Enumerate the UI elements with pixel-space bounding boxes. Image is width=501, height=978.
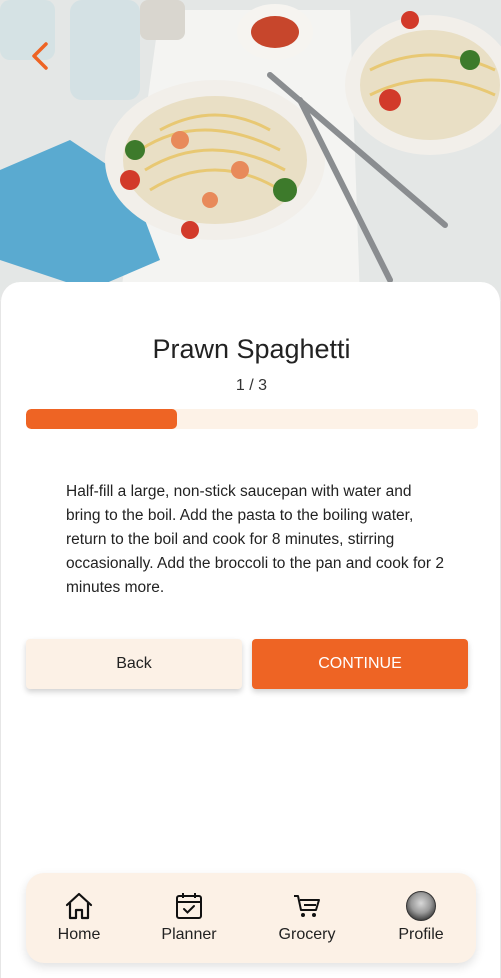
continue-button[interactable]: CONTINUE [252,639,468,689]
nav-item-home[interactable]: Home [29,873,129,963]
home-icon [63,890,95,922]
back-button-label: Back [116,655,152,672]
avatar-wrapper [405,890,437,922]
step-instructions: Half-fill a large, non-stick saucepan wi… [66,483,444,596]
step-counter: 1 / 3 [235,377,268,394]
nav-label-profile: Profile [398,926,444,943]
progress-fill [26,409,177,429]
back-arrow-icon[interactable] [26,38,56,74]
food-photo [0,0,501,300]
nav-label-planner: Planner [161,926,217,943]
nav-item-grocery[interactable]: Grocery [257,873,357,963]
continue-button-label: CONTINUE [318,655,402,672]
bottom-navigation: Home Planner Grocery Profile [26,873,476,963]
nav-label-home: Home [57,926,101,943]
nav-label-grocery: Grocery [278,926,336,943]
cart-icon [291,890,323,922]
recipe-title: Prawn Spaghetti [152,334,351,364]
nav-item-planner[interactable]: Planner [139,873,239,963]
recipe-hero-image [0,0,501,300]
nav-item-profile[interactable]: Profile [371,873,471,963]
avatar [406,891,436,921]
calendar-icon [173,890,205,922]
back-button[interactable]: Back [26,639,242,689]
progress-bar [26,409,478,429]
